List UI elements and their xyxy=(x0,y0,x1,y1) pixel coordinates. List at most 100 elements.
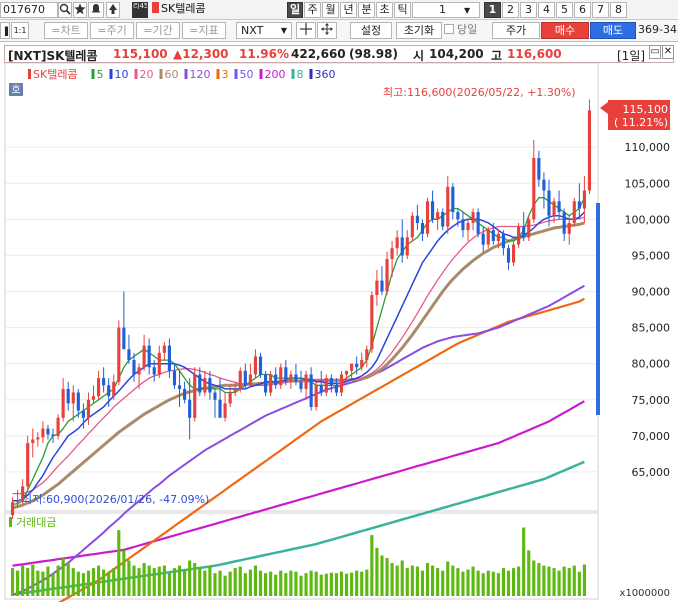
candle-body xyxy=(223,403,227,418)
tab-range[interactable]: =기간 xyxy=(136,22,180,39)
candle-body xyxy=(188,399,192,418)
y-tick-label: 80,000 xyxy=(632,358,671,371)
volume-bar xyxy=(557,570,561,596)
volume-bar xyxy=(511,568,516,596)
volume-bar xyxy=(522,527,526,596)
checkbox-box[interactable] xyxy=(444,24,454,34)
volume-bar xyxy=(269,571,273,596)
volume-bar xyxy=(31,564,35,596)
today-checkbox[interactable]: 당일 xyxy=(444,22,484,39)
volume-bar xyxy=(405,568,409,596)
number-button-6[interactable]: 6 xyxy=(574,2,591,18)
candle-body xyxy=(233,388,237,393)
tab-period[interactable]: =주기 xyxy=(90,22,134,39)
legend-label: 360 xyxy=(315,68,336,81)
candle-body xyxy=(142,345,146,368)
interval-select[interactable]: 1 ▼ xyxy=(412,2,480,18)
volume-bar xyxy=(127,560,131,596)
sell-button[interactable]: 매도 xyxy=(590,22,636,39)
period-minute-button[interactable]: 분 xyxy=(358,2,375,18)
volume-bar xyxy=(137,568,141,596)
number-button-1[interactable]: 1 xyxy=(484,2,501,18)
period-tick-button[interactable]: 틱 xyxy=(394,2,411,18)
exchange-select[interactable]: NXT ▼ xyxy=(236,22,292,39)
number-button-2[interactable]: 2 xyxy=(502,2,519,18)
number-button-7[interactable]: 7 xyxy=(592,2,609,18)
buy-button[interactable]: 매수 xyxy=(541,22,589,39)
volume-bar xyxy=(66,563,70,596)
min-annotation: 최저:60,900(2026/01/26, -47.09%) xyxy=(22,493,209,506)
candle-body xyxy=(355,363,359,368)
candle-body xyxy=(36,437,40,440)
period-day-button[interactable]: 일 xyxy=(287,2,303,18)
volume-bar xyxy=(253,565,258,596)
info-stock-name: [NXT]SK텔레콤 xyxy=(8,49,98,63)
candle-body xyxy=(400,237,404,256)
number-button-3[interactable]: 3 xyxy=(520,2,537,18)
volume-bar xyxy=(147,565,151,596)
volume-bar xyxy=(248,569,252,596)
y-tick-label: 85,000 xyxy=(632,322,671,335)
volume-bar xyxy=(274,574,278,596)
reset-button[interactable]: 초기화 xyxy=(396,22,442,39)
candle-body xyxy=(10,502,15,516)
candle-body xyxy=(410,215,414,238)
candle-body xyxy=(132,360,136,375)
bell-icon[interactable] xyxy=(88,2,104,18)
candle-body xyxy=(431,201,435,220)
y-tick-label: 105,000 xyxy=(625,177,671,190)
period-second-button[interactable]: 초 xyxy=(376,2,393,18)
close-icon[interactable]: ✕ xyxy=(662,45,674,59)
tab-chart[interactable]: =차트 xyxy=(44,22,88,39)
volume-bar xyxy=(132,565,136,596)
candle-body xyxy=(324,378,328,393)
volume-bar xyxy=(582,564,586,596)
candle-body xyxy=(466,222,470,231)
crosshair-icon[interactable] xyxy=(296,22,316,39)
candle-body xyxy=(193,374,197,418)
candle-body xyxy=(16,500,20,503)
volume-bar xyxy=(537,563,541,596)
period-month-button[interactable]: 월 xyxy=(322,2,339,18)
volume-bar xyxy=(122,550,126,596)
volume-bar xyxy=(177,565,182,596)
favorite-star-icon[interactable] xyxy=(73,2,87,18)
candle-body xyxy=(248,374,252,386)
ratio-button[interactable]: 1:1 xyxy=(11,22,29,39)
number-button-4[interactable]: 4 xyxy=(538,2,555,18)
period-week-button[interactable]: 주 xyxy=(304,2,321,18)
candle-body xyxy=(461,219,465,231)
number-button-5[interactable]: 5 xyxy=(556,2,573,18)
search-icon[interactable] xyxy=(58,2,72,18)
move-icon[interactable] xyxy=(317,22,337,39)
candle-body xyxy=(66,388,70,404)
price-button[interactable]: 주가 xyxy=(492,22,540,39)
settings-button[interactable]: 설정 xyxy=(350,22,392,39)
legend-label: SK텔레콤 xyxy=(33,68,78,81)
candle-body xyxy=(405,237,409,256)
candle-body xyxy=(279,367,283,386)
period-year-button[interactable]: 년 xyxy=(340,2,357,18)
candle-body xyxy=(552,201,556,216)
volume-bar xyxy=(572,565,576,596)
candle-body xyxy=(299,381,303,389)
candle-body xyxy=(582,190,586,209)
candle-body xyxy=(481,233,485,245)
volume-bar xyxy=(279,570,283,596)
volume-bar xyxy=(547,566,551,596)
stock-name-field: SK텔레콤 xyxy=(152,2,232,18)
candle-body xyxy=(71,392,75,404)
candle-body xyxy=(167,345,171,371)
arrow-up-icon[interactable] xyxy=(106,2,120,18)
volume-bar xyxy=(506,570,511,596)
volume-bar xyxy=(344,573,349,596)
minimize-icon[interactable]: ▭ xyxy=(649,45,661,59)
volume-title: 거래대금 xyxy=(16,516,56,529)
stock-code-input[interactable]: 017670 xyxy=(0,2,58,18)
tab-indicator[interactable]: =지표 xyxy=(182,22,226,39)
panel-toggle-icon[interactable]: ▐ xyxy=(0,22,10,39)
y-tick-label: 95,000 xyxy=(632,249,671,262)
number-button-8[interactable]: 8 xyxy=(610,2,627,18)
volume-bar xyxy=(198,568,202,596)
mini-label-badge[interactable]: 리45 xyxy=(132,2,148,18)
